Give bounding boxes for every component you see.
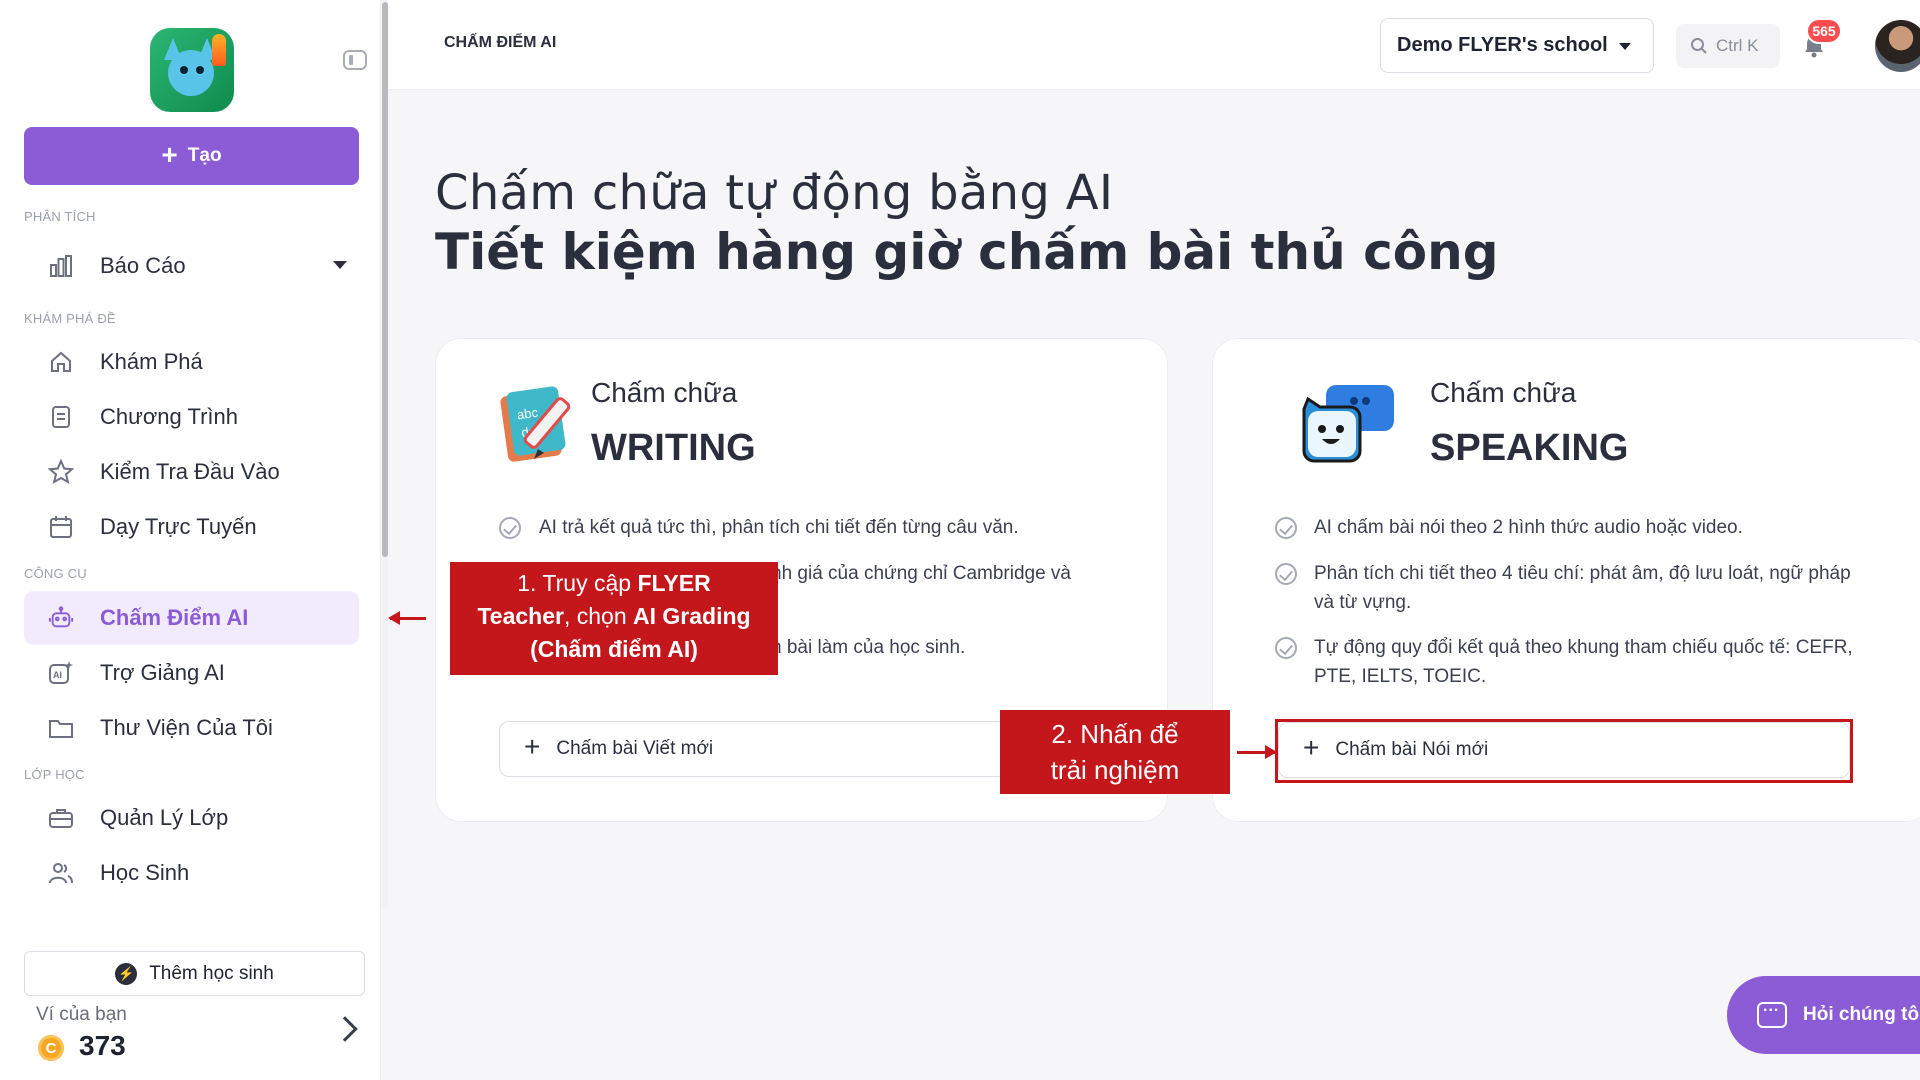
annotation-text-bold: AI Grading (633, 603, 751, 629)
check-circle-icon (1275, 517, 1297, 539)
chevron-down-icon (1619, 43, 1631, 50)
sidebar-item-explore[interactable]: Khám Phá (24, 335, 359, 389)
school-name: Demo FLYER's school (1397, 34, 1608, 56)
briefcase-icon (48, 805, 74, 831)
chat-icon (1757, 998, 1787, 1028)
check-circle-icon (1275, 563, 1297, 585)
writing-card-subtitle: Chấm chữa (591, 377, 738, 408)
sidebar-item-label: Học Sinh (100, 860, 190, 885)
annotation-text: , chọn (563, 603, 633, 629)
robot-icon (48, 605, 74, 631)
speaking-feature: AI chấm bài nói theo 2 hình thức audio h… (1314, 517, 1743, 538)
top-header: CHẤM ĐIỂM AI Demo FLYER's school Ctrl K … (388, 0, 1920, 90)
chevron-down-icon[interactable] (333, 261, 347, 269)
wallet-label: Ví của bạn (36, 1004, 127, 1025)
add-student-button[interactable]: ⚡ Thêm học sinh (24, 951, 365, 996)
school-selector[interactable]: Demo FLYER's school (1380, 18, 1654, 73)
sidebar-item-program[interactable]: Chương Trình (24, 390, 359, 444)
users-icon (48, 860, 74, 886)
sidebar-item-report[interactable]: Báo Cáo (24, 239, 359, 293)
annotation-highlight-box (1275, 719, 1853, 783)
sidebar-item-label: Kiểm Tra Đầu Vào (100, 459, 280, 484)
annotation-arrow-right (1237, 745, 1277, 759)
sidebar-item-ai-assistant[interactable]: AI Trợ Giảng AI (24, 646, 359, 700)
annotation-text-bold: FLYER (637, 570, 711, 596)
page-headline: Chấm chữa tự động bằng AI (435, 165, 1114, 221)
sidebar-collapse-icon[interactable] (343, 50, 367, 70)
sidebar-item-entry-test[interactable]: Kiểm Tra Đầu Vào (24, 445, 359, 499)
home-icon (48, 349, 74, 375)
speaking-card-title: SPEAKING (1430, 427, 1629, 469)
annotation-step-2: 2. Nhấn để trải nghiệm (1000, 710, 1230, 794)
calendar-icon (48, 514, 74, 540)
create-button-label: Tạo (187, 145, 222, 166)
writing-notebook-icon: abc def (500, 386, 571, 462)
search-shortcut: Ctrl K (1716, 36, 1759, 55)
ask-us-button[interactable]: Hỏi chúng tôi (1727, 976, 1920, 1054)
page-breadcrumb: CHẤM ĐIỂM AI (444, 34, 557, 51)
speaking-feature: Tự động quy đổi kết quả theo khung tham … (1314, 637, 1853, 687)
sidebar-item-class-management[interactable]: Quản Lý Lớp (24, 791, 359, 845)
section-label-tools: CÔNG CỤ (24, 566, 87, 581)
writing-feature: nh giá của chứng chỉ Cambridge và (771, 563, 1072, 584)
ai-sparkle-icon: AI (48, 660, 74, 686)
add-student-label: Thêm học sinh (149, 962, 274, 984)
writing-card-title: WRITING (591, 427, 756, 469)
speaking-feature: Phân tích chi tiết theo 4 tiêu chí: phát… (1314, 563, 1851, 613)
check-circle-icon (499, 517, 521, 539)
sidebar-item-label: Báo Cáo (100, 253, 186, 278)
plus-icon: + (161, 138, 178, 170)
sidebar-item-label: Trợ Giảng AI (100, 660, 225, 685)
annotation-text: 2. Nhấn để (1051, 719, 1179, 749)
sidebar-item-label: Quản Lý Lớp (100, 805, 229, 830)
folder-icon (48, 715, 74, 741)
annotation-text: trải nghiệm (1050, 755, 1180, 785)
annotation-text-bold: Teacher (477, 603, 564, 629)
speaking-bubbles-icon (1302, 385, 1394, 463)
new-writing-grading-button[interactable]: + Chấm bài Viết mới (499, 721, 1019, 777)
search-icon (1691, 38, 1707, 54)
search-button[interactable]: Ctrl K (1676, 24, 1780, 68)
sidebar-item-students[interactable]: Học Sinh (24, 846, 359, 900)
new-writing-grading-label: Chấm bài Viết mới (556, 738, 714, 759)
user-avatar[interactable] (1875, 20, 1920, 72)
plus-icon: + (524, 731, 541, 762)
sidebar-item-label: Chấm Điểm AI (100, 605, 249, 630)
annotation-text: 1. Truy cập (517, 570, 638, 596)
coin-icon: C (38, 1035, 64, 1061)
sidebar-item-ai-grading[interactable]: Chấm Điểm AI (24, 591, 359, 645)
check-circle-icon (1275, 637, 1297, 659)
document-icon (48, 404, 74, 430)
ask-us-label: Hỏi chúng tôi (1803, 1004, 1920, 1025)
wallet-balance: 373 (79, 1030, 126, 1061)
chevron-right-icon[interactable] (332, 1016, 358, 1042)
svg-text:AI: AI (53, 670, 62, 680)
writing-feature: AI trả kết quả tức thì, phân tích chi ti… (539, 517, 1019, 538)
writing-feature: n bài làm của học sinh. (771, 637, 966, 658)
sidebar-item-label: Dạy Trực Tuyến (100, 514, 257, 539)
app-logo[interactable] (150, 28, 234, 112)
sidebar-item-my-library[interactable]: Thư Viện Của Tôi (24, 701, 359, 755)
svg-text:abc: abc (516, 405, 539, 423)
page-subheadline: Tiết kiệm hàng giờ chấm bài thủ công (435, 223, 1499, 281)
sidebar-item-label: Khám Phá (100, 349, 203, 374)
bolt-icon: ⚡ (115, 962, 138, 985)
notification-badge: 565 (1806, 18, 1842, 44)
section-label-explore: KHÁM PHÁ ĐỀ (24, 311, 116, 326)
create-button[interactable]: + Tạo (24, 127, 359, 185)
section-label-classes: LỚP HỌC (24, 767, 85, 782)
sidebar-item-label: Chương Trình (100, 404, 238, 429)
bar-chart-icon (48, 253, 74, 279)
sidebar: + Tạo PHÂN TÍCH Báo Cáo KHÁM PHÁ ĐỀ Khám… (0, 0, 381, 1080)
section-label-analytics: PHÂN TÍCH (24, 209, 96, 224)
speaking-card-subtitle: Chấm chữa (1430, 377, 1577, 408)
sidebar-item-online-teaching[interactable]: Dạy Trực Tuyến (24, 500, 359, 554)
star-icon (48, 459, 74, 485)
annotation-arrow-left (388, 611, 426, 625)
annotation-step-1: 1. Truy cập FLYER Teacher, chọn AI Gradi… (450, 562, 778, 675)
sidebar-item-label: Thư Viện Của Tôi (100, 715, 273, 740)
annotation-text-bold: (Chấm điểm AI) (530, 636, 698, 662)
